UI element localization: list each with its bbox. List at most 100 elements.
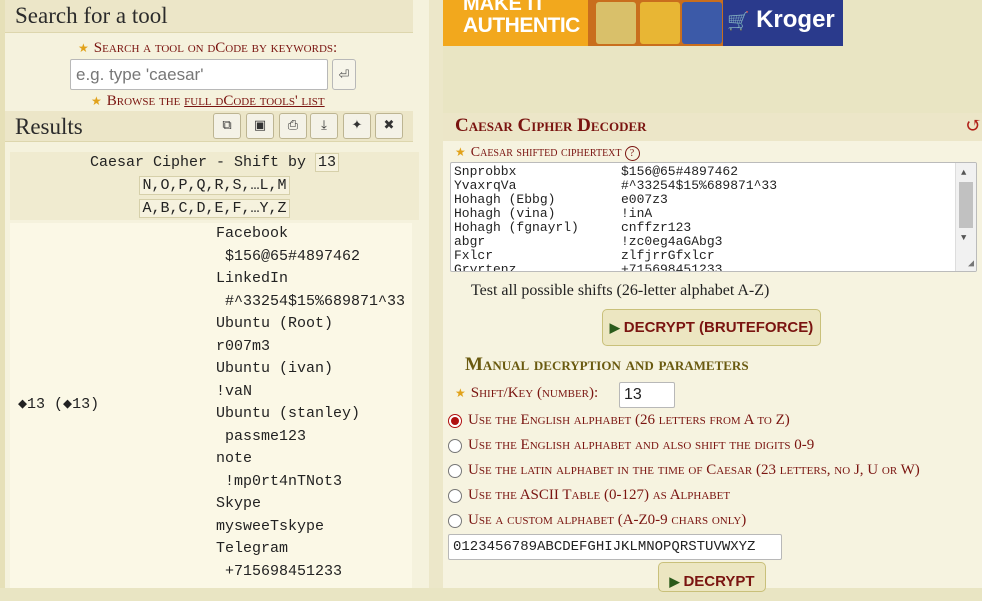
play-icon: ▶ [609,320,620,335]
resize-handle-icon[interactable]: ◢ [968,258,974,270]
alphabet-option-label: Use a custom alphabet (A-Z0-9 chars only… [468,512,747,528]
print-button[interactable]: ⎙ [279,113,307,139]
cart-icon: 🛒 [727,11,750,31]
result-line: Ubuntu (ivan) [216,360,334,377]
bruteforce-label: DECRYPT (BRUTEFORCE) [623,319,814,336]
pin-icon: ✦ [351,118,363,133]
radio-button[interactable] [448,439,462,453]
browse-tools-link[interactable]: full dCode tools' list [184,93,324,109]
ciphertext-row: YvaxrqVa #^33254$15%689871^33 [454,179,777,193]
results-header-prefix: Caesar Cipher - Shift by [89,154,316,171]
download-button[interactable]: ⤓ [310,113,338,139]
print-icon: ⎙ [287,118,299,133]
ciphertext-label-cell: YvaxrqVa [454,178,517,193]
screenshot-button[interactable]: ▣ [246,113,274,139]
ciphertext-label-cell: Hohagh (vina) [454,206,556,221]
ciphertext-row: Hohagh (vina) !inA [454,207,777,221]
search-prompt: ★ Search a tool on dCode by keywords: [78,40,337,57]
ad-line2: AUTHENTIC [463,14,580,37]
scroll-down-icon[interactable]: ▼ [961,233,966,243]
result-plaintext: Facebook $156@65#4897462 LinkedIn #^33254$1… [216,223,412,583]
alphabet-option-label: Use the ASCII Table (0-127) as Alphabet [468,487,731,503]
ciphertext-content: Snprobbx $156@65#4897462 YvaxrqVa #^33254$1… [454,165,777,272]
results-alphabet-plain-line: A,B,C,D,E,F,…Y,Z [10,199,419,218]
shift-key-label-line: ★ Shift/Key (number): [455,385,598,402]
ciphertext-label: Caesar shifted ciphertext [470,145,622,160]
results-header: Caesar Cipher - Shift by 13 N,O,P,Q,R,S,… [10,152,419,220]
search-submit-button[interactable]: ⏎ [332,59,356,90]
ciphertext-value-cell: e007z3 [621,192,668,207]
result-shift-key: ◆13 (◆13) [18,396,100,413]
close-icon: ✖ [383,118,395,133]
left-column: Search for a tool ★ Search a tool on dCod… [0,0,430,588]
radio-button[interactable] [448,414,462,428]
ciphertext-label-cell: abgr [454,234,486,249]
scroll-up-icon[interactable]: ▲ [961,168,966,178]
search-prompt-label: Search a tool on dCode by keywords: [93,40,338,56]
results-alphabet-shifted-line: N,O,P,Q,R,S,…L,M [10,176,419,195]
alphabet-option-label: Use the English alphabet and also shift … [468,437,815,453]
alphabet-option-label: Use the latin alphabet in the time of Ca… [468,462,920,478]
ciphertext-row: abgr !zc0eg4aGAbg3 [454,235,777,249]
advertisement-banner[interactable]: MAKE IT AUTHENTIC 🛒 Kroger [443,0,843,46]
ciphertext-label-line: ★ Caesar shifted ciphertext? [455,145,640,161]
product-pack-image [596,2,636,44]
result-line: $156@65#4897462 [225,247,361,265]
ciphertext-label-cell: Gryrtenz [454,262,517,272]
results-cipher-line: Caesar Cipher - Shift by 13 [10,153,419,172]
ciphertext-label-cell: Snprobbx [454,164,517,179]
scroll-thumb[interactable] [959,182,973,228]
ciphertext-row: Snprobbx $156@65#4897462 [454,165,777,179]
tool-title: Caesar Cipher Decoder [455,115,647,136]
radio-button[interactable] [448,489,462,503]
ad-brand: Kroger [756,6,835,33]
alphabet-plain: A,B,C,D,E,F,…Y,Z [139,199,290,218]
copy-icon: ⧉ [222,118,232,133]
manual-section-title: Manual decryption and parameters [465,354,749,375]
textarea-scrollbar[interactable]: ▲ ▼ [955,163,976,271]
radio-button[interactable] [448,464,462,478]
ciphertext-row: Gryrtenz +715698451233 [454,263,777,272]
help-icon[interactable]: ? [624,146,640,161]
result-line: passme123 [225,427,307,445]
results-body: ◆13 (◆13) Facebook $156@65#4897462 LinkedI… [10,223,412,588]
alphabet-shifted: N,O,P,Q,R,S,…L,M [139,176,290,195]
search-panel-title: Search for a tool [5,0,413,33]
search-input[interactable] [70,59,328,90]
result-line: Ubuntu (Root) [216,315,334,332]
result-line: +715698451233 [225,562,343,580]
radio-button[interactable] [448,514,462,528]
custom-alphabet-input[interactable] [448,534,782,560]
result-line: LinkedIn [216,270,289,287]
ciphertext-value-cell: !inA [621,206,653,221]
result-line: note [216,450,253,467]
column-divider [429,0,443,588]
ciphertext-textarea[interactable]: Snprobbx $156@65#4897462 YvaxrqVa #^33254$1… [450,162,977,272]
test-all-shifts-label: Test all possible shifts (26-letter alph… [471,282,770,299]
decrypt-bruteforce-button[interactable]: ▶ DECRYPT (BRUTEFORCE) [602,309,821,346]
ciphertext-value-cell: #^33254$15%689871^33 [621,178,778,193]
copy-button[interactable]: ⧉ [213,113,241,139]
ciphertext-value-cell: !zc0eg4aGAbg3 [621,234,723,249]
alphabet-option-label: Use the English alphabet (26 letters fro… [468,412,790,428]
screenshot-icon: ▣ [253,118,267,133]
ciphertext-label-cell: Hohagh (fgnayrl) [454,220,579,235]
refresh-icon[interactable]: ↺ [965,113,982,138]
tool-body: ★ Caesar shifted ciphertext? Snprobbx $156… [443,141,982,592]
star-icon: ★ [91,94,102,108]
result-line: #^33254$15%689871^33 [225,292,406,310]
browse-line: ★ Browse the full dCode tools' list [91,93,325,110]
result-line: !vaN [216,382,253,400]
pin-button[interactable]: ✦ [343,113,371,139]
shift-key-label: Shift/Key (number): [470,385,599,401]
download-icon: ⤓ [321,118,327,133]
star-icon: ★ [78,41,89,55]
ad-left-panel: MAKE IT AUTHENTIC [443,0,588,46]
result-line: r007m3 [216,337,271,355]
shift-key-input[interactable] [619,382,675,408]
star-icon: ★ [455,386,466,400]
result-line: Facebook [216,225,289,242]
ad-product-images [588,0,723,46]
ciphertext-value-cell: zlfjrrGfxlcr [621,248,715,263]
close-results-button[interactable]: ✖ [375,113,403,139]
